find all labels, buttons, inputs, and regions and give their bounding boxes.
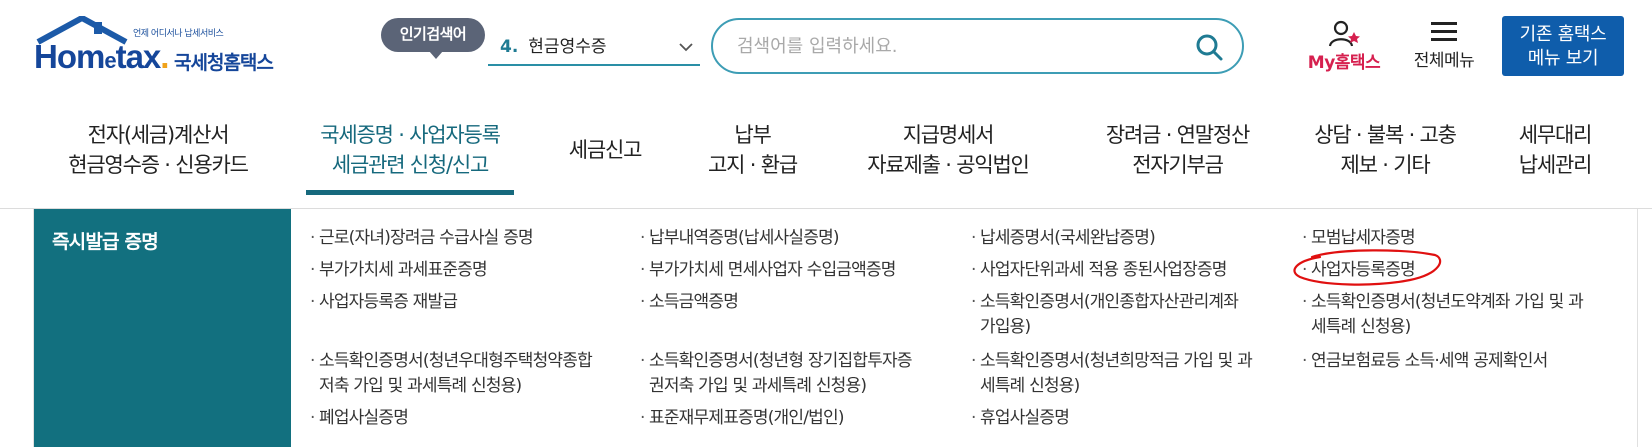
submenu-item-line: 세특례 신청용)	[1311, 317, 1411, 337]
submenu-item[interactable]: 소득확인증명서(청년우대형주택청약종합저축 가입 및 과세특례 신청용)	[310, 349, 593, 399]
search-input[interactable]	[737, 32, 1177, 60]
submenu-item-line: 납세증명서(국세완납증명)	[980, 228, 1156, 248]
gnb-label-line1: 전자(세금)계산서	[87, 123, 230, 147]
gnb-label-line2: 납세관리	[1518, 153, 1593, 177]
gnb-label-line1: 납부	[734, 123, 771, 147]
gnb-label-line1: 지급명세서	[902, 123, 995, 147]
gnb-item-payment-statement[interactable]: 지급명세서 자료제출 · 공익법인	[848, 120, 1048, 180]
submenu-item[interactable]: 폐업사실증명	[310, 406, 409, 431]
gnb-label-line1: 국세증명 · 사업자등록	[320, 123, 501, 147]
submenu-item-line: 권저축 가입 및 과세특례 신청용)	[649, 376, 867, 396]
submenu-item[interactable]: 납세증명서(국세완납증명)	[971, 226, 1156, 251]
submenu-item-line: 사업자등록증 재발급	[319, 292, 458, 312]
submenu-item[interactable]: 납부내역증명(납세사실증명)	[640, 226, 840, 251]
old-hometax-line2: 메뉴 보기	[1527, 48, 1599, 69]
search-icon[interactable]	[1194, 32, 1224, 62]
submenu-item[interactable]: 근로(자녀)장려금 수급사실 증명	[310, 226, 534, 251]
gnb-label-line1: 세무대리	[1518, 123, 1593, 147]
gnb-label-line2: 현금영수증 · 신용카드	[68, 153, 249, 177]
popular-search-dropdown[interactable]: 4. 현금영수증	[488, 32, 700, 66]
submenu-item[interactable]: 휴업사실증명	[971, 406, 1070, 431]
my-hometax-label: My홈택스	[1307, 53, 1381, 73]
gnb-label-line1: 장려금 · 연말정산	[1105, 123, 1250, 147]
gnb-item-certificates[interactable]: 국세증명 · 사업자등록 세금관련 신청/신고	[300, 120, 520, 180]
gnb-item-tax-filing[interactable]: 세금신고	[555, 135, 655, 165]
submenu-item[interactable]: 소득확인증명서(청년희망적금 가입 및 과세특례 신청용)	[971, 349, 1253, 399]
my-hometax-button[interactable]: My홈택스	[1300, 20, 1388, 76]
submenu-item[interactable]: 소득확인증명서(청년형 장기집합투자증권저축 가입 및 과세특례 신청용)	[640, 349, 913, 399]
active-tab-indicator	[306, 190, 514, 195]
submenu-item-line: 세특례 신청용)	[980, 376, 1080, 396]
submenu-item-line: 소득확인증명서(청년도약계좌 가입 및 과	[1311, 292, 1584, 312]
submenu-item-line: 사업자단위과세 적용 종된사업장증명	[980, 260, 1227, 280]
submenu-item-line: 소득확인증명서(청년희망적금 가입 및 과	[980, 351, 1253, 371]
submenu-item[interactable]: 사업자등록증명	[1302, 258, 1416, 283]
main-navigation: 전자(세금)계산서 현금영수증 · 신용카드 국세증명 · 사업자등록 세금관련…	[0, 116, 1652, 210]
submenu-item-line: 납부내역증명(납세사실증명)	[649, 228, 840, 248]
logo-brand: Hometax.	[34, 38, 169, 75]
gnb-item-e-invoice[interactable]: 전자(세금)계산서 현금영수증 · 신용카드	[58, 120, 258, 180]
logo-org: 국세청홈택스	[174, 52, 274, 74]
submenu-title: 즉시발급 증명	[52, 231, 159, 253]
header: 언제 어디서나 납세서비스 Hometax. 국세청홈택스 인기검색어 4. 현금…	[0, 0, 1652, 92]
submenu-item[interactable]: 소득확인증명서(개인종합자산관리계좌가입용)	[971, 290, 1239, 340]
chevron-down-icon[interactable]	[678, 32, 694, 72]
popular-search-rank: 4.	[500, 37, 519, 57]
submenu-item[interactable]: 부가가치세 과세표준증명	[310, 258, 488, 283]
submenu-item[interactable]: 표준재무제표증명(개인/법인)	[640, 406, 844, 431]
gnb-label-line2: 고지 · 환급	[708, 153, 798, 177]
submenu-item[interactable]: 사업자단위과세 적용 종된사업장증명	[971, 258, 1227, 283]
submenu-item-line: 부가가치세 면세사업자 수입금액증명	[649, 260, 896, 280]
submenu-item-line: 연금보험료등 소득·세액 공제확인서	[1311, 351, 1548, 371]
submenu-item-line: 사업자등록증명	[1311, 260, 1416, 280]
submenu-item-line: 소득금액증명	[649, 292, 739, 312]
submenu-item[interactable]: 사업자등록증 재발급	[310, 290, 458, 315]
submenu-item-line: 소득확인증명서(청년우대형주택청약종합	[319, 351, 593, 371]
gnb-label-line2: 세금관련 신청/신고	[331, 153, 490, 177]
popular-search-badge: 인기검색어	[381, 18, 485, 59]
gnb-label-line2: 제보 · 기타	[1340, 153, 1431, 177]
search-box	[711, 18, 1244, 74]
gnb-label-line1: 상담 · 불복 · 고충	[1314, 123, 1457, 147]
old-hometax-line1: 기존 홈택스	[1519, 24, 1607, 45]
submenu-item-line: 폐업사실증명	[319, 408, 409, 428]
gnb-item-incentive[interactable]: 장려금 · 연말정산 전자기부금	[1085, 120, 1270, 180]
all-menu-label: 전체메뉴	[1413, 51, 1475, 71]
popular-search-keyword[interactable]: 현금영수증	[528, 37, 606, 57]
submenu-item-line: 소득확인증명서(개인종합자산관리계좌	[980, 292, 1239, 312]
hometax-logo[interactable]: 언제 어디서나 납세서비스 Hometax. 국세청홈택스	[34, 16, 294, 76]
submenu-item-line: 소득확인증명서(청년형 장기집합투자증	[649, 351, 913, 371]
old-hometax-button[interactable]: 기존 홈택스 메뉴 보기	[1502, 16, 1624, 76]
submenu-item-line: 모범납세자증명	[1311, 228, 1416, 248]
gnb-item-payment[interactable]: 납부 고지 · 환급	[690, 120, 815, 180]
submenu-item[interactable]: 연금보험료등 소득·세액 공제확인서	[1302, 349, 1548, 374]
submenu-item-line: 가입용)	[980, 317, 1031, 337]
user-star-icon	[1328, 20, 1360, 47]
all-menu-button[interactable]: 전체메뉴	[1404, 20, 1484, 76]
submenu-item-line: 저축 가입 및 과세특례 신청용)	[319, 376, 522, 396]
submenu-panel: 즉시발급 증명 근로(자녀)장려금 수급사실 증명부가가치세 과세표준증명사업자…	[33, 209, 1638, 447]
gnb-item-consulting[interactable]: 상담 · 불복 · 고충 제보 · 기타	[1300, 120, 1470, 180]
hamburger-icon	[1431, 22, 1457, 42]
submenu-sidebar: 즉시발급 증명	[34, 209, 291, 447]
gnb-label-line1: 세금신고	[568, 138, 643, 162]
submenu-item-line: 표준재무제표증명(개인/법인)	[649, 408, 844, 428]
submenu-item[interactable]: 소득금액증명	[640, 290, 739, 315]
submenu-item-line: 근로(자녀)장려금 수급사실 증명	[319, 228, 534, 248]
submenu-item[interactable]: 소득확인증명서(청년도약계좌 가입 및 과세특례 신청용)	[1302, 290, 1584, 340]
gnb-label-line2: 자료제출 · 공익법인	[867, 153, 1030, 177]
submenu-item[interactable]: 모범납세자증명	[1302, 226, 1416, 251]
gnb-label-line2: 전자기부금	[1132, 153, 1224, 177]
submenu-item-line: 부가가치세 과세표준증명	[319, 260, 488, 280]
gnb-item-tax-agent[interactable]: 세무대리 납세관리	[1505, 120, 1605, 180]
submenu-item-line: 휴업사실증명	[980, 408, 1070, 428]
submenu-item[interactable]: 부가가치세 면세사업자 수입금액증명	[640, 258, 896, 283]
